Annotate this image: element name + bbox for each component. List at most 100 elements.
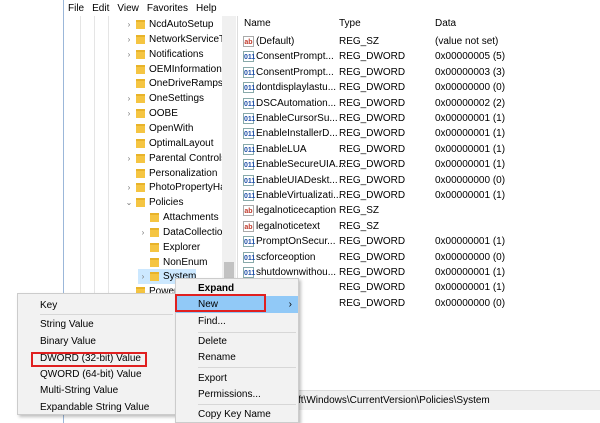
value-name: scforceoption xyxy=(256,251,316,263)
submenu-key[interactable]: Key xyxy=(18,297,175,313)
value-row[interactable]: 011 scforceoption REG_DWORD 0x00000000 (0) xyxy=(240,250,600,265)
tree-item-photopropertyhar[interactable]: › PhotoPropertyHar xyxy=(124,180,229,195)
menu-file[interactable]: File xyxy=(68,3,84,14)
dword-callout-box xyxy=(31,352,147,367)
value-row[interactable]: ab legalnoticetext REG_SZ xyxy=(240,219,600,234)
chevron-icon[interactable]: › xyxy=(124,154,134,163)
submenu-binary-value[interactable]: Binary Value xyxy=(18,333,175,349)
value-row[interactable]: 011 EnableCursorSu... REG_DWORD 0x00000001 … xyxy=(240,111,600,126)
tree-item-networkservicetri[interactable]: › NetworkServiceTri xyxy=(124,32,231,47)
value-data: 0x00000000 (0) xyxy=(435,297,506,309)
separator xyxy=(198,367,296,368)
value-data: 0x00000000 (0) xyxy=(435,82,506,94)
tree-item-label: OneSettings xyxy=(149,93,205,105)
folder-icon xyxy=(136,183,145,193)
value-row[interactable]: 011 EnableInstallerD... REG_DWORD 0x0000000… xyxy=(240,126,600,141)
chevron-icon[interactable]: › xyxy=(124,35,134,44)
value-row[interactable]: 011 PromptOnSecur... REG_DWORD 0x00000001 (… xyxy=(240,234,600,249)
submenu-string-value[interactable]: String Value xyxy=(18,316,175,332)
value-row[interactable]: 011 EnableVirtualizati... REG_DWORD 0x00000… xyxy=(240,188,600,203)
value-data: 0x00000000 (0) xyxy=(435,174,506,186)
tree-item-policies[interactable]: ⌄ Policies xyxy=(124,195,184,210)
value-type: REG_DWORD xyxy=(339,143,406,155)
menu-delete[interactable]: Delete xyxy=(176,333,298,349)
chevron-icon[interactable]: › xyxy=(124,183,134,192)
tree-item-label: Personalization xyxy=(149,167,218,179)
column-name[interactable]: Name xyxy=(244,18,271,29)
value-row[interactable]: 011 EnableUIADeskt... REG_DWORD 0x00000000 … xyxy=(240,173,600,188)
value-row[interactable]: 011 ConsentPrompt... REG_DWORD 0x00000003 (… xyxy=(240,65,600,80)
value-row[interactable]: ab legalnoticecaption REG_SZ xyxy=(240,203,600,218)
tree-scrollbar[interactable] xyxy=(222,16,236,286)
submenu-multi-string-value[interactable]: Multi-String Value xyxy=(18,382,175,398)
menu-help[interactable]: Help xyxy=(196,3,217,14)
folder-icon xyxy=(136,94,145,104)
dword-value-icon: 011 xyxy=(243,267,255,278)
value-row[interactable]: 011 ConsentPrompt... REG_DWORD 0x00000005 (… xyxy=(240,49,600,64)
label: Copy Key Name xyxy=(198,408,271,420)
label: QWORD (64-bit) Value xyxy=(40,368,142,380)
value-type: REG_DWORD xyxy=(339,51,406,63)
value-row[interactable]: ab (Default) REG_SZ (value not set) xyxy=(240,34,600,49)
folder-icon xyxy=(136,49,145,59)
menu-view[interactable]: View xyxy=(117,3,139,14)
tree-item-datacollection[interactable]: › DataCollection xyxy=(138,225,228,240)
menu-copy-key-name[interactable]: Copy Key Name xyxy=(176,406,298,422)
folder-icon xyxy=(136,168,145,178)
menu-export[interactable]: Export xyxy=(176,370,298,386)
dword-value-icon: 011 xyxy=(243,236,255,248)
menu-favorites[interactable]: Favorites xyxy=(147,3,188,14)
chevron-icon[interactable]: ⌄ xyxy=(124,198,134,207)
tree-item-personalization[interactable]: Personalization xyxy=(124,166,217,181)
tree-item-openwith[interactable]: OpenWith xyxy=(124,121,193,136)
tree-item-onesettings[interactable]: › OneSettings xyxy=(124,91,204,106)
tree-item-ncdautosetup[interactable]: › NcdAutoSetup xyxy=(124,17,214,32)
tree-item-optimallayout[interactable]: OptimalLayout xyxy=(124,136,213,151)
value-data: 0x00000001 (1) xyxy=(435,143,506,155)
tree-item-explorer[interactable]: Explorer xyxy=(138,240,200,255)
folder-icon xyxy=(136,153,145,163)
value-data: 0x00000000 (0) xyxy=(435,251,506,263)
tree-item-nonenum[interactable]: NonEnum xyxy=(138,255,207,270)
tree-item-parental-controls[interactable]: › Parental Controls xyxy=(124,151,227,166)
tree-item-onedriveramps[interactable]: OneDriveRamps xyxy=(124,76,223,91)
submenu-qword-value[interactable]: QWORD (64-bit) Value xyxy=(18,366,175,382)
column-data[interactable]: Data xyxy=(435,18,456,29)
menu-edit[interactable]: Edit xyxy=(92,3,109,14)
menu-find[interactable]: Find... xyxy=(176,313,298,329)
value-row[interactable]: 011 dontdisplaylastu... REG_DWORD 0x0000000… xyxy=(240,80,600,95)
string-value-icon: ab xyxy=(243,220,254,232)
dword-value-icon: 011 xyxy=(243,174,255,186)
chevron-icon[interactable]: › xyxy=(124,20,134,29)
chevron-icon[interactable]: › xyxy=(124,94,134,103)
menu-bar: File Edit View Favorites Help xyxy=(64,0,600,16)
separator xyxy=(40,314,173,315)
tree-item-attachments[interactable]: Attachments xyxy=(138,210,219,225)
column-type[interactable]: Type xyxy=(339,18,361,29)
chevron-right-icon: › xyxy=(288,299,292,310)
folder-icon xyxy=(136,198,145,208)
menu-permissions[interactable]: Permissions... xyxy=(176,386,298,402)
value-type: REG_DWORD xyxy=(339,236,406,248)
label: Expand xyxy=(198,282,235,294)
submenu-expandable-string-value[interactable]: Expandable String Value xyxy=(18,399,175,415)
tree-item-notifications[interactable]: › Notifications xyxy=(124,47,204,62)
value-name: dontdisplaylastu... xyxy=(256,82,337,94)
tree-item-oobe[interactable]: › OOBE xyxy=(124,106,178,121)
tree-item-oeminformation[interactable]: OEMInformation xyxy=(124,62,222,77)
value-data: 0x00000002 (2) xyxy=(435,97,506,109)
scroll-thumb[interactable] xyxy=(224,262,234,278)
value-type: REG_DWORD xyxy=(339,267,406,278)
menu-rename[interactable]: Rename xyxy=(176,349,298,365)
value-name: EnableCursorSu... xyxy=(256,113,338,124)
chevron-icon[interactable]: › xyxy=(124,109,134,118)
value-row[interactable]: 011 EnableSecureUIA... REG_DWORD 0x00000001… xyxy=(240,157,600,172)
value-type: REG_DWORD xyxy=(339,82,406,94)
chevron-icon[interactable]: › xyxy=(138,228,148,237)
value-row[interactable]: 011 EnableLUA REG_DWORD 0x00000001 (1) xyxy=(240,142,600,157)
value-name: legalnoticetext xyxy=(256,220,320,232)
value-name: EnableUIADeskt... xyxy=(256,174,338,186)
value-row[interactable]: 011 DSCAutomation... REG_DWORD 0x00000002 (… xyxy=(240,96,600,111)
chevron-icon[interactable]: › xyxy=(124,50,134,59)
chevron-icon[interactable]: › xyxy=(138,272,148,281)
